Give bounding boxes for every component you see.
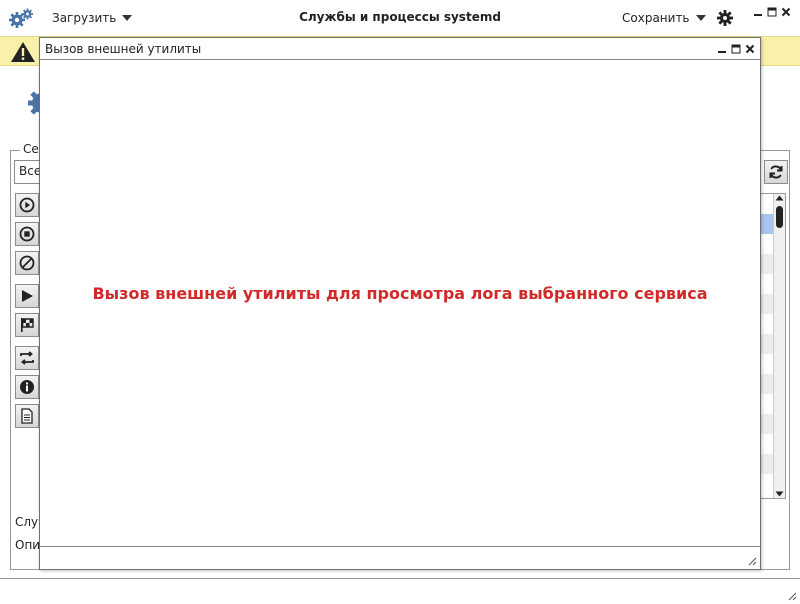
- caret-down-icon: [695, 15, 706, 21]
- gears-icon: [9, 7, 35, 29]
- close-icon[interactable]: [744, 43, 755, 54]
- dialog-message: Вызов внешней утилиты для просмотра лога…: [92, 284, 708, 303]
- stop-circle-icon[interactable]: [15, 222, 39, 246]
- gear-icon[interactable]: [716, 9, 734, 27]
- load-menu-button[interactable]: Загрузить: [44, 6, 140, 30]
- close-icon[interactable]: [780, 6, 791, 17]
- dialog-window-controls: [716, 43, 755, 54]
- warning-icon: [10, 41, 36, 63]
- load-menu-label: Загрузить: [52, 11, 117, 25]
- dialog-title: Вызов внешней утилиты: [45, 42, 202, 56]
- resize-grip-icon[interactable]: [747, 556, 757, 566]
- disable-icon[interactable]: [15, 251, 39, 275]
- scroll-up-icon[interactable]: [775, 195, 784, 201]
- document-icon[interactable]: [15, 404, 39, 428]
- resize-grip-icon[interactable]: [787, 591, 797, 601]
- dialog-footer: [40, 546, 760, 569]
- save-menu-button[interactable]: Сохранить: [614, 6, 714, 30]
- service-description-label: Опи: [15, 538, 41, 552]
- maximize-icon[interactable]: [766, 6, 777, 17]
- main-titlebar: Загрузить Службы и процессы systemd Сохр…: [0, 0, 800, 36]
- scroll-down-icon[interactable]: [775, 491, 784, 497]
- status-bar: [0, 578, 800, 604]
- save-menu-label: Сохранить: [622, 11, 690, 25]
- minimize-icon[interactable]: [752, 6, 763, 17]
- external-utility-dialog: Вызов внешней утилиты Вызов внешней утил…: [39, 37, 761, 570]
- services-list-rows: [761, 194, 773, 498]
- services-list-scrollbar[interactable]: [773, 194, 785, 498]
- scrollbar-thumb[interactable]: [776, 206, 783, 228]
- service-name-label: Слу: [15, 515, 39, 529]
- refresh-button[interactable]: [764, 160, 788, 184]
- info-icon[interactable]: [15, 375, 39, 399]
- caret-down-icon: [122, 15, 133, 21]
- restart-icon[interactable]: [15, 346, 39, 370]
- flag-icon[interactable]: [15, 313, 39, 337]
- refresh-icon: [768, 164, 784, 180]
- services-list[interactable]: [760, 193, 786, 499]
- maximize-icon[interactable]: [730, 43, 741, 54]
- dialog-titlebar[interactable]: Вызов внешней утилиты: [40, 38, 760, 60]
- main-window-controls: [752, 6, 791, 17]
- play-circle-icon[interactable]: [15, 193, 39, 217]
- minimize-icon[interactable]: [716, 43, 727, 54]
- start-icon[interactable]: [15, 284, 39, 308]
- list-item-selected[interactable]: [761, 214, 773, 234]
